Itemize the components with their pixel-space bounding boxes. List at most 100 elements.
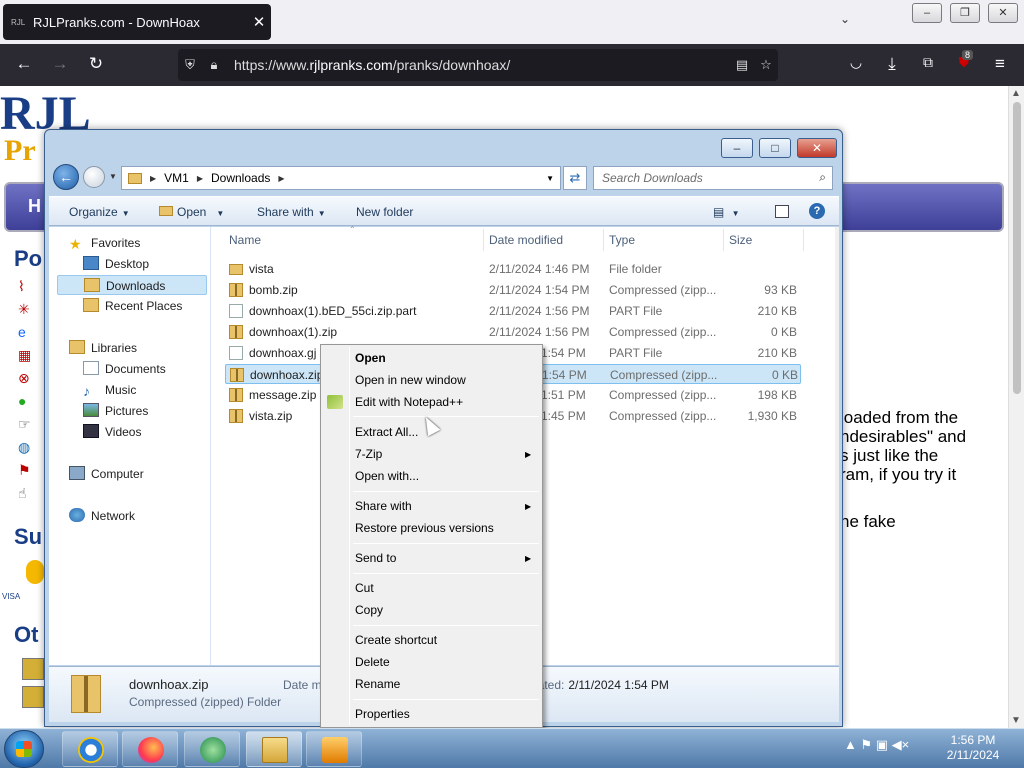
- site-nav-label[interactable]: H: [28, 196, 41, 217]
- file-row[interactable]: vista 2/11/2024 1:46 PM File folder: [225, 259, 801, 279]
- browser-tab-active[interactable]: RJL RJLPranks.com - DownHoax ✕: [3, 4, 271, 40]
- explorer-close-button[interactable]: ✕: [797, 138, 837, 158]
- reload-icon[interactable]: ↻: [84, 54, 108, 74]
- tray-icons[interactable]: ▲ ⚑ ▣ ◀×: [844, 737, 909, 752]
- menu-item-properties[interactable]: Properties: [355, 703, 410, 725]
- url-bar[interactable]: ⛨ 🔒︎ https://www.rjlpranks.com/pranks/do…: [178, 49, 778, 81]
- menu-item-send-to[interactable]: Send to: [355, 547, 396, 569]
- explorer-forward-button[interactable]: [83, 166, 105, 188]
- reader-view-icon[interactable]: ▤: [730, 57, 754, 73]
- organize-button[interactable]: Organize ▼: [69, 205, 130, 219]
- nav-favorites[interactable]: ★ Favorites: [69, 233, 140, 253]
- taskbar-clock[interactable]: 1:56 PM 2/11/2024: [940, 733, 1006, 763]
- menu-item-rename[interactable]: Rename: [355, 673, 400, 695]
- list-all-tabs-icon[interactable]: ⌄: [840, 12, 850, 26]
- file-list-scrollbar[interactable]: [835, 227, 839, 665]
- recent-pages-icon[interactable]: ▼: [109, 172, 117, 181]
- page-scrollbar[interactable]: ▲ ▼: [1008, 86, 1024, 728]
- window-restore-button[interactable]: ❐: [950, 3, 980, 23]
- file-row[interactable]: bomb.zip 2/11/2024 1:54 PM Compressed (z…: [225, 280, 801, 300]
- taskbar-ie-button[interactable]: [62, 731, 118, 767]
- lock-icon[interactable]: 🔒︎: [202, 57, 226, 73]
- menu-item-extract-all[interactable]: Extract All...: [355, 421, 418, 443]
- column-divider[interactable]: [483, 229, 484, 251]
- forward-icon[interactable]: →: [48, 54, 72, 74]
- menu-item-copy[interactable]: Copy: [355, 599, 383, 621]
- refresh-icon[interactable]: ⇄: [563, 166, 587, 190]
- url-text[interactable]: https://www.rjlpranks.com/pranks/downhoa…: [226, 57, 730, 73]
- window-minimize-button[interactable]: –: [912, 3, 942, 23]
- new-folder-button[interactable]: New folder: [356, 205, 413, 219]
- search-icon[interactable]: ⌕: [819, 170, 826, 185]
- column-name-header[interactable]: Name: [229, 233, 261, 247]
- taskbar-firefox-button[interactable]: [122, 731, 178, 767]
- menu-hamburger-icon[interactable]: ≡: [988, 54, 1012, 74]
- start-button[interactable]: [4, 730, 44, 768]
- nav-videos[interactable]: Videos: [83, 422, 141, 442]
- scroll-down-icon[interactable]: ▼: [1011, 715, 1021, 726]
- view-options-icon[interactable]: ▤ ▼: [713, 205, 740, 219]
- thumbnail-2[interactable]: [22, 686, 44, 708]
- nav-computer[interactable]: Computer: [69, 464, 144, 484]
- column-divider[interactable]: [723, 229, 724, 251]
- nav-recent-places[interactable]: Recent Places: [83, 296, 182, 316]
- shield-icon[interactable]: ⛨: [178, 57, 202, 73]
- help-icon[interactable]: ?: [809, 203, 825, 219]
- menu-item-share-with[interactable]: Share with: [355, 495, 412, 517]
- downloads-icon[interactable]: ⤓: [880, 54, 904, 74]
- pointer-icon[interactable]: ☝: [18, 485, 40, 508]
- menu-item-7zip[interactable]: 7-Zip: [355, 443, 382, 465]
- bookmark-star-icon[interactable]: ☆: [754, 57, 778, 73]
- hand-icon[interactable]: ☞: [18, 416, 40, 439]
- column-divider[interactable]: [603, 229, 604, 251]
- column-divider[interactable]: [803, 229, 804, 251]
- breadcrumb-arrow-icon[interactable]: ▶: [274, 174, 288, 183]
- taskbar-app3-button[interactable]: [184, 731, 240, 767]
- column-date-header[interactable]: Date modified: [489, 233, 563, 247]
- column-type-header[interactable]: Type: [609, 233, 635, 247]
- nav-pictures[interactable]: Pictures: [83, 401, 148, 421]
- scroll-up-icon[interactable]: ▲: [1011, 88, 1021, 99]
- extensions-icon[interactable]: ⧉: [916, 54, 940, 71]
- menu-item-restore-versions[interactable]: Restore previous versions: [355, 517, 494, 539]
- breadcrumb-vm1[interactable]: VM1: [160, 171, 193, 185]
- gold-coin-icon[interactable]: [26, 560, 44, 584]
- nav-music[interactable]: ♪ Music: [83, 380, 136, 400]
- error-icon[interactable]: ⊗: [18, 370, 40, 393]
- asterisk-icon[interactable]: ✳: [18, 301, 40, 324]
- menu-item-open-with[interactable]: Open with...: [355, 465, 419, 487]
- preview-pane-icon[interactable]: [775, 205, 789, 218]
- open-button[interactable]: Open ▼: [159, 205, 224, 219]
- menu-item-delete[interactable]: Delete: [355, 651, 390, 673]
- breadcrumb-arrow-icon[interactable]: ▶: [193, 174, 207, 183]
- pocket-icon[interactable]: ◡: [844, 54, 868, 71]
- explorer-minimize-button[interactable]: –: [721, 138, 753, 158]
- menu-item-open[interactable]: Open: [355, 347, 386, 369]
- thumbnail-1[interactable]: [22, 658, 44, 680]
- back-icon[interactable]: ←: [12, 54, 36, 74]
- address-dropdown-icon[interactable]: ▼: [546, 174, 554, 183]
- clip-icon[interactable]: ⌇: [18, 278, 40, 301]
- logo-icon[interactable]: ●: [18, 393, 40, 416]
- file-row[interactable]: downhoax(1).bED_55ci.zip.part 2/11/2024 …: [225, 301, 801, 321]
- share-with-button[interactable]: Share with ▼: [257, 205, 326, 219]
- menu-item-create-shortcut[interactable]: Create shortcut: [355, 629, 437, 651]
- menu-item-open-new-window[interactable]: Open in new window: [355, 369, 466, 391]
- menu-item-edit-notepad[interactable]: Edit with Notepad++: [355, 391, 463, 413]
- nav-downloads[interactable]: Downloads: [57, 275, 207, 295]
- address-bar[interactable]: ▶ VM1 ▶ Downloads ▶ ▼: [121, 166, 561, 190]
- globe-icon[interactable]: ◍: [18, 439, 40, 462]
- taskbar-media-button[interactable]: [306, 731, 362, 767]
- scrollbar-thumb[interactable]: [1013, 102, 1021, 394]
- file-row[interactable]: downhoax(1).zip 2/11/2024 1:56 PM Compre…: [225, 322, 801, 342]
- breadcrumb-arrow-icon[interactable]: ▶: [146, 174, 160, 183]
- search-input[interactable]: Search Downloads ⌕: [593, 166, 833, 190]
- breadcrumb-downloads[interactable]: Downloads: [207, 171, 274, 185]
- grid-icon[interactable]: ▦: [18, 347, 40, 370]
- nav-documents[interactable]: Documents: [83, 359, 166, 379]
- explorer-back-button[interactable]: ←: [53, 164, 79, 190]
- column-size-header[interactable]: Size: [729, 233, 752, 247]
- nav-network[interactable]: Network: [69, 506, 135, 526]
- nav-desktop[interactable]: Desktop: [83, 254, 149, 274]
- new-tab-icon[interactable]: +: [234, 10, 254, 33]
